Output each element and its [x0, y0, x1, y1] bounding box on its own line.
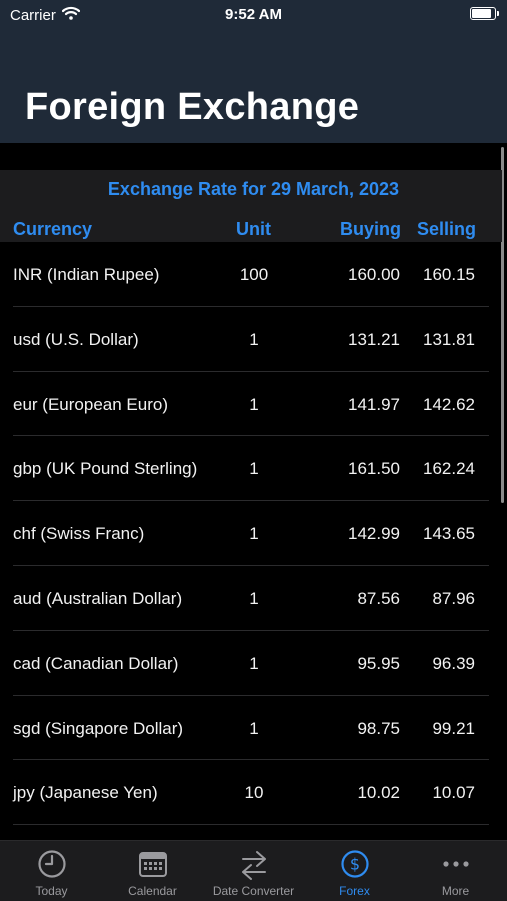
- currency-unit: 10: [244, 783, 264, 803]
- currency-unit: 1: [249, 329, 259, 349]
- table-row[interactable]: eur (European Euro) 1 141.97 142.62: [0, 372, 502, 437]
- currency-unit: 1: [249, 718, 259, 738]
- selling-rate: 162.24: [423, 459, 475, 479]
- tab-forex[interactable]: $ Forex: [304, 841, 405, 901]
- tab-label-date-converter: Date Converter: [212, 884, 295, 898]
- tab-more[interactable]: More: [405, 841, 506, 901]
- selling-rate: 87.96: [432, 588, 475, 608]
- buying-rate: 161.50: [348, 459, 400, 479]
- battery-icon: [470, 7, 499, 20]
- status-bar: Carrier 9:52 AM: [0, 0, 507, 28]
- calendar-icon: [138, 849, 168, 884]
- table-rows: INR (Indian Rupee) 100 160.00 160.15 usd…: [0, 242, 502, 825]
- buying-rate: 98.75: [357, 718, 400, 738]
- arrows-exchange-icon: [239, 849, 269, 886]
- selling-rate: 96.39: [432, 653, 475, 673]
- tab-label-calendar: Calendar: [128, 884, 177, 898]
- currency-name: usd (U.S. Dollar): [13, 329, 139, 349]
- table-row[interactable]: INR (Indian Rupee) 100 160.00 160.15: [0, 242, 502, 307]
- table-row[interactable]: jpy (Japanese Yen) 10 10.02 10.07: [0, 760, 502, 825]
- table-row[interactable]: aud (Australian Dollar) 1 87.56 87.96: [0, 566, 502, 631]
- selling-rate: 99.21: [432, 718, 475, 738]
- currency-unit: 1: [249, 588, 259, 608]
- exchange-rate-title: Exchange Rate for 29 March, 2023: [107, 179, 400, 199]
- tab-calendar[interactable]: Calendar: [102, 841, 203, 901]
- exchange-rate-list[interactable]: Exchange Rate for 29 March, 2023 Currenc…: [0, 143, 507, 840]
- tab-date-converter[interactable]: Date Converter: [203, 841, 304, 901]
- currency-name: INR (Indian Rupee): [13, 265, 160, 284]
- more-dots-icon: [441, 849, 471, 884]
- currency-unit: 100: [239, 265, 269, 284]
- table-row[interactable]: chf (Swiss Franc) 1 142.99 143.65: [0, 501, 502, 566]
- column-header-selling: Selling: [416, 219, 476, 239]
- currency-name: chf (Swiss Franc): [13, 524, 145, 544]
- table-header: Exchange Rate for 29 March, 2023 Currenc…: [0, 170, 502, 242]
- page-title: Foreign Exchange: [25, 86, 360, 128]
- tab-today[interactable]: Today: [1, 841, 102, 901]
- battery-level: [472, 9, 491, 18]
- buying-rate: 160.00: [348, 265, 400, 284]
- buying-rate: 142.99: [348, 524, 400, 544]
- column-header-currency: Currency: [13, 219, 93, 239]
- column-header-unit: Unit: [236, 219, 271, 239]
- tab-label-forex: Forex: [339, 884, 370, 898]
- clock-icon: [37, 849, 67, 884]
- currency-name: cad (Canadian Dollar): [13, 653, 179, 673]
- currency-unit: 1: [249, 524, 259, 544]
- header-area: Carrier 9:52 AM Foreign Exchange: [0, 0, 507, 143]
- status-time: 9:52 AM: [225, 6, 282, 23]
- buying-rate: 141.97: [348, 394, 400, 414]
- svg-text:$: $: [349, 855, 359, 874]
- selling-rate: 131.81: [423, 329, 475, 349]
- buying-rate: 10.02: [357, 783, 400, 803]
- selling-rate: 142.62: [423, 394, 475, 414]
- currency-name: eur (European Euro): [13, 394, 168, 414]
- selling-rate: 143.65: [423, 524, 475, 544]
- table-row[interactable]: sgd (Singapore Dollar) 1 98.75 99.21: [0, 696, 502, 761]
- table-row[interactable]: cad (Canadian Dollar) 1 95.95 96.39: [0, 631, 502, 696]
- currency-name: gbp (UK Pound Sterling): [13, 459, 198, 479]
- dollar-circle-icon: $: [340, 849, 370, 884]
- currency-name: aud (Australian Dollar): [13, 588, 183, 608]
- table-row[interactable]: gbp (UK Pound Sterling) 1 161.50 162.24: [0, 436, 502, 501]
- tab-bar: Today Calendar Date Converter $ Forex Mo…: [0, 840, 507, 901]
- buying-rate: 95.95: [357, 653, 400, 673]
- table-row[interactable]: usd (U.S. Dollar) 1 131.21 131.81: [0, 307, 502, 372]
- tab-label-more: More: [441, 884, 470, 898]
- column-header-buying: Buying: [340, 219, 401, 239]
- selling-rate: 160.15: [423, 265, 475, 284]
- currency-name: sgd (Singapore Dollar): [13, 718, 184, 738]
- selling-rate: 10.07: [432, 783, 475, 803]
- buying-rate: 87.56: [357, 588, 400, 608]
- currency-name: jpy (Japanese Yen): [13, 783, 158, 803]
- currency-unit: 1: [249, 459, 259, 479]
- buying-rate: 131.21: [348, 329, 400, 349]
- currency-unit: 1: [249, 394, 259, 414]
- currency-unit: 1: [249, 653, 259, 673]
- tab-label-today: Today: [35, 884, 68, 898]
